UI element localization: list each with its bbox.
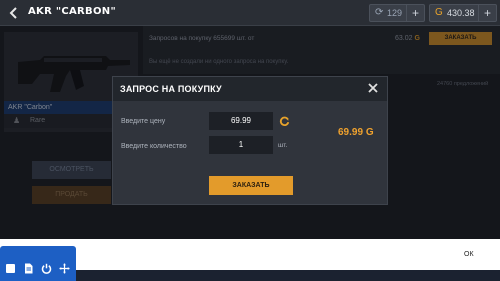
stop-square-icon [6,264,15,273]
chevron-left-icon [9,7,17,19]
total-price: 69.99 G [338,127,374,138]
add-gold-button[interactable]: + [478,5,496,21]
ok-button[interactable]: ОК [464,251,474,258]
price-input[interactable]: 69.99 [209,112,273,130]
price-label: Введите цену [121,118,166,125]
currency-gold: G 430.38 + [429,4,497,22]
move-icon[interactable] [59,263,70,274]
dialog-header: ЗАПРОС НА ПОКУПКУ [113,77,387,101]
quantity-unit: шт. [278,142,288,149]
currency-secondary: ⟳ 129 + [369,4,425,22]
add-currency-secondary-button[interactable]: + [406,5,424,21]
top-bar: AKR "CARBON" ⟳ 129 + G 430.38 + [0,0,500,26]
background-strip [76,270,500,281]
floating-dock [0,246,76,281]
close-button[interactable] [365,80,381,96]
currency-gold-value: 430.38 [447,8,475,18]
drag-arrows-icon [59,263,70,274]
back-button[interactable] [6,5,22,21]
square-icon[interactable] [5,263,16,274]
file-icon [25,263,33,274]
refresh-price-icon[interactable] [279,116,290,130]
buy-request-dialog: ЗАПРОС НА ПОКУПКУ Введите цену 69.99 Вве… [112,76,388,205]
gold-refresh-icon [279,116,290,127]
gold-coin-icon: G [365,127,374,138]
document-icon[interactable] [23,263,34,274]
quantity-input[interactable]: 1 [209,136,273,154]
power-button-icon [41,263,52,274]
currency-secondary-value: 129 [387,8,403,18]
order-button[interactable]: ЗАКАЗАТЬ [209,176,293,195]
quantity-label: Введите количество [121,143,187,150]
gold-coin-icon: G [435,7,443,18]
close-icon [368,83,378,93]
total-price-value: 69.99 [338,127,364,138]
refresh-coin-icon: ⟳ [375,7,384,18]
dialog-title: ЗАПРОС НА ПОКУПКУ [120,84,222,94]
page-title: AKR "CARBON" [28,6,116,17]
power-icon[interactable] [41,263,52,274]
